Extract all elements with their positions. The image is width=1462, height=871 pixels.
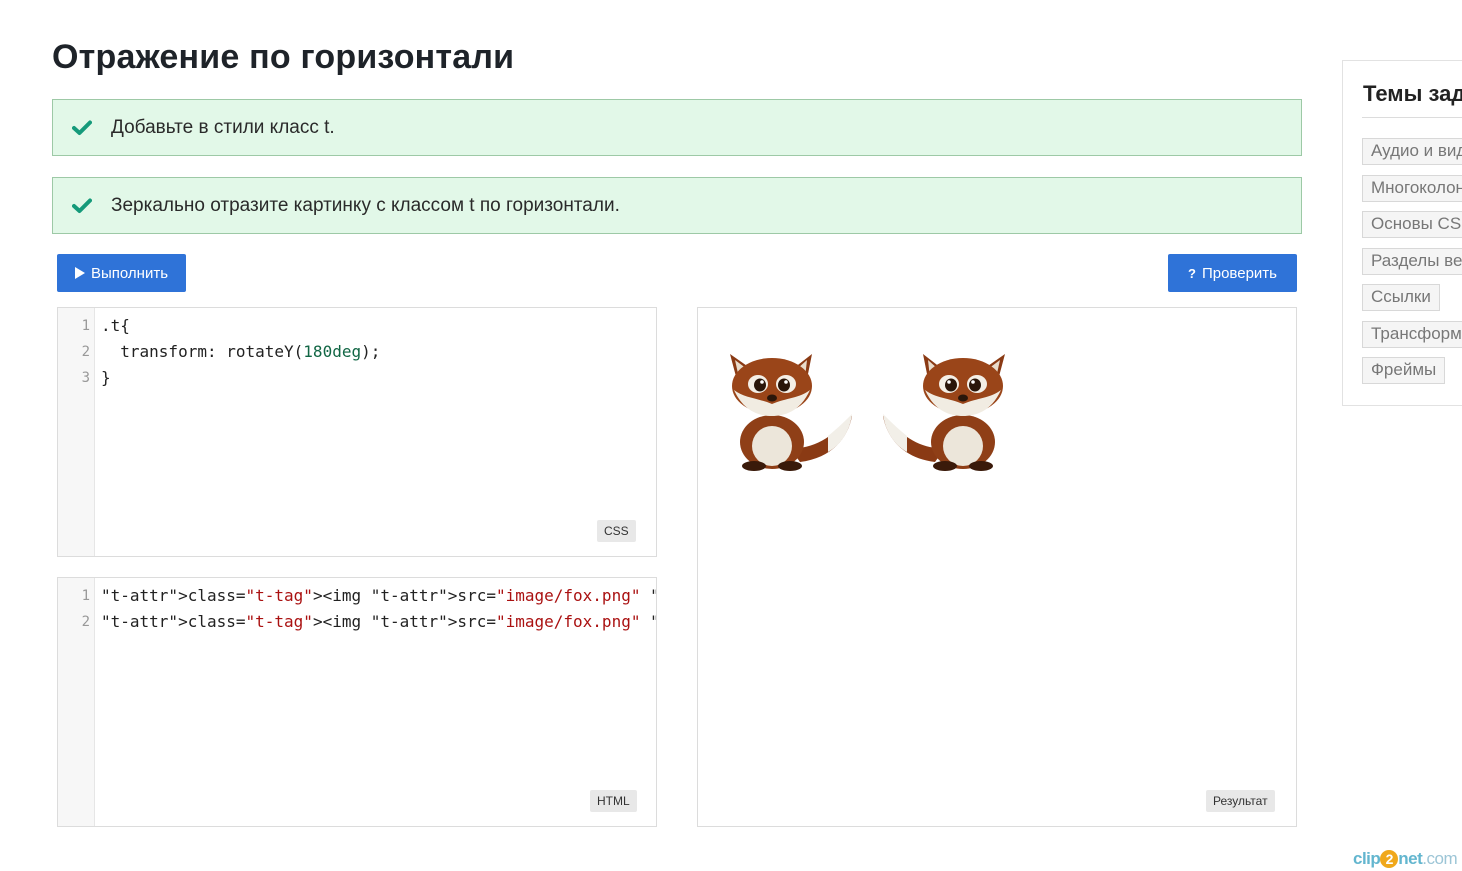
fox-image [730, 354, 852, 471]
task-text: Добавьте в стили класс t. [111, 116, 335, 138]
watermark-part: .com [1422, 849, 1458, 868]
topic-tag[interactable]: Фреймы [1362, 357, 1446, 384]
task-text: Зеркально отразите картинку с классом t … [111, 194, 620, 216]
css-code[interactable]: .t{ transform: rotateY(180deg); } [101, 308, 656, 403]
line-number: 1 [81, 588, 90, 604]
play-icon [74, 267, 85, 279]
task-item: Зеркально отразите картинку с классом t … [52, 177, 1302, 234]
code-line: transform: rotateY(180deg); [101, 342, 381, 361]
topic-tag[interactable]: Основы CSS [1362, 211, 1462, 238]
code-line: } [101, 368, 111, 387]
topic-tag[interactable]: Разделы веб-страниц [1362, 248, 1462, 275]
code-line: "t-attr">class="t-tag"><img "t-attr">src… [101, 612, 656, 631]
html-code[interactable]: "t-attr">class="t-tag"><img "t-attr">src… [101, 578, 656, 654]
watermark-part: net [1398, 849, 1423, 868]
fox-image-mirrored [883, 354, 1005, 471]
checkmark-icon [53, 198, 111, 214]
css-badge: CSS [597, 520, 636, 542]
line-gutter: 1 2 3 [58, 308, 95, 556]
check-button[interactable]: ? Проверить [1168, 254, 1297, 292]
code-line: .t{ [101, 316, 130, 335]
page-title: Отражение по горизонтали [52, 38, 515, 76]
line-number: 3 [81, 370, 90, 386]
run-button[interactable]: Выполнить [57, 254, 186, 292]
check-button-label: Проверить [1201, 264, 1277, 282]
line-number: 2 [81, 344, 90, 360]
topic-tag[interactable]: Аудио и видео [1362, 138, 1462, 165]
divider [1362, 117, 1462, 118]
watermark-part: clip [1353, 849, 1381, 868]
code-line: "t-attr">class="t-tag"><img "t-attr">src… [101, 586, 656, 605]
line-gutter: 1 2 [58, 578, 95, 826]
topic-tag[interactable]: Трансформации [1362, 321, 1462, 348]
task-item: Добавьте в стили класс t. [52, 99, 1302, 156]
html-badge: HTML [590, 790, 637, 812]
sidebar-title: Темы задач [1363, 81, 1462, 106]
topic-tag[interactable]: Многоколонность [1362, 175, 1462, 202]
result-pane: Результат [697, 307, 1297, 827]
question-icon: ? [1188, 265, 1196, 281]
topic-tag[interactable]: Ссылки [1362, 284, 1440, 311]
html-editor[interactable]: 1 2 "t-attr">class="t-tag"><img "t-attr"… [57, 577, 657, 827]
line-number: 2 [81, 614, 90, 630]
topics-sidebar: Темы задач Аудио и видео Многоколонность… [1342, 60, 1462, 406]
line-number: 1 [81, 318, 90, 334]
css-editor[interactable]: 1 2 3 .t{ transform: rotateY(180deg); } … [57, 307, 657, 557]
watermark-part: 2 [1380, 850, 1399, 868]
result-badge: Результат [1206, 790, 1275, 812]
run-button-label: Выполнить [90, 264, 169, 282]
checkmark-icon [53, 120, 111, 136]
watermark-logo: clip 2 net.com [1353, 849, 1458, 869]
